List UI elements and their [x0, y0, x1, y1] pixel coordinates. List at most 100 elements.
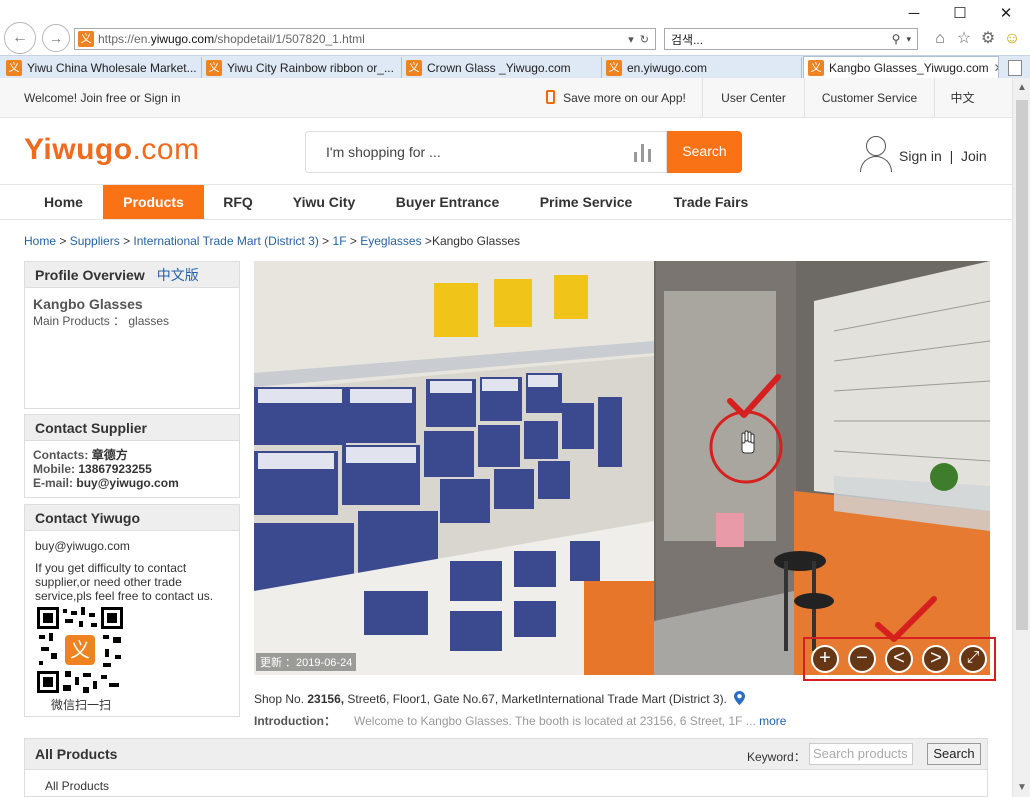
wechat-qr-code: 义: [37, 607, 123, 693]
search-dropdown-icon[interactable]: ▾: [906, 34, 911, 45]
tab-label: en.yiwugo.com: [627, 60, 708, 75]
chinese-version-link[interactable]: 中文版: [157, 267, 199, 283]
panorama-viewer[interactable]: 更新 ：2019-06-24: [254, 261, 990, 675]
tab-label: Kangbo Glasses_Yiwugo.com: [829, 61, 989, 75]
tab-strip: 义 Yiwu China Wholesale Market... 义 Yiwu Ci…: [0, 55, 1030, 79]
favorites-star-icon[interactable]: ☆: [954, 29, 974, 49]
close-window-icon[interactable]: ✕: [996, 4, 1016, 24]
scroll-up-icon[interactable]: ▲: [1013, 82, 1030, 93]
welcome-text[interactable]: Welcome! Join free or Sign in: [24, 91, 181, 105]
crumb-home[interactable]: Home: [24, 234, 56, 248]
user-avatar-icon[interactable]: [860, 136, 892, 172]
main-navigation: Home Products RFQ Yiwu City Buyer Entran…: [0, 184, 1012, 220]
browser-tab[interactable]: 义 Yiwu China Wholesale Market...: [2, 57, 202, 78]
minimize-icon[interactable]: ─: [904, 4, 924, 24]
home-icon[interactable]: ⌂: [930, 29, 950, 49]
top-bar: Welcome! Join free or Sign in Save more …: [0, 78, 1012, 118]
back-icon[interactable]: ←: [4, 22, 36, 54]
browser-search-input[interactable]: 검색...: [671, 31, 892, 48]
email-row[interactable]: E-mail: buy@yiwugo.com: [33, 476, 231, 490]
crumb-floor[interactable]: 1F: [333, 234, 347, 248]
contact-yiwugo-title: Contact Yiwugo: [25, 505, 239, 531]
more-link[interactable]: more: [759, 714, 786, 728]
shop-address: Shop No. 23156, Street6, Floor1, Gate No…: [254, 691, 746, 706]
nav-products[interactable]: Products: [103, 185, 204, 219]
qr-caption: 微信扫一扫: [51, 698, 112, 712]
nav-buyer-entrance[interactable]: Buyer Entrance: [376, 185, 519, 219]
nav-home[interactable]: Home: [24, 185, 103, 219]
product-search-button[interactable]: Search: [927, 743, 981, 765]
shop-introduction: Introduction： Welcome to Kangbo Glasses. …: [254, 712, 786, 729]
join-link[interactable]: Join: [961, 148, 987, 164]
profile-title: Profile Overview: [35, 267, 145, 283]
product-search-input[interactable]: Search products: [809, 743, 913, 765]
nav-rfq[interactable]: RFQ: [204, 185, 272, 219]
dropdown-icon[interactable]: ▾: [628, 33, 634, 46]
main-products: Main Products ： glasses: [33, 314, 170, 328]
profile-body: Kangbo Glasses Main Products ： glasses: [25, 288, 239, 337]
nav-prime-service[interactable]: Prime Service: [519, 185, 653, 219]
voice-search-icon[interactable]: [634, 144, 654, 162]
site-search-button[interactable]: Search: [667, 131, 742, 173]
crumb-suppliers[interactable]: Suppliers: [70, 234, 120, 248]
forward-icon[interactable]: →: [42, 24, 70, 52]
page-scrollbar[interactable]: ▲ ▼: [1012, 78, 1030, 797]
browser-tab[interactable]: 义 en.yiwugo.com: [602, 57, 802, 78]
url-text[interactable]: https://en.yiwugo.com/shopdetail/1/50782…: [98, 32, 628, 46]
browser-tab[interactable]: 义 Crown Glass _Yiwugo.com: [402, 57, 602, 78]
tab-favicon-icon: 义: [206, 59, 222, 76]
tab-favicon-icon: 义: [808, 60, 824, 76]
tab-favicon-icon: 义: [6, 59, 22, 76]
address-bar[interactable]: 义 https://en.yiwugo.com/shopdetail/1/507…: [74, 28, 656, 50]
browser-tab[interactable]: 义 Yiwu City Rainbow ribbon or_...: [202, 57, 402, 78]
yiwugo-email[interactable]: buy@yiwugo.com: [35, 539, 229, 553]
customer-service-link[interactable]: Customer Service: [804, 78, 934, 118]
sign-in-link[interactable]: Sign in: [899, 148, 942, 164]
tab-label: Yiwu China Wholesale Market...: [27, 60, 197, 75]
all-products-header: All Products Keyword： Search products Se…: [24, 738, 988, 770]
all-products-title: All Products: [35, 746, 118, 762]
browser-chrome: ← → 义 https://en.yiwugo.com/shopdetail/1…: [0, 0, 1030, 79]
map-pin-icon[interactable]: [734, 691, 746, 705]
tab-favicon-icon: 义: [406, 59, 422, 76]
svg-text:义: 义: [70, 638, 90, 662]
tab-label: Yiwu City Rainbow ribbon or_...: [227, 60, 394, 75]
nav-trade-fairs[interactable]: Trade Fairs: [653, 185, 769, 219]
language-link[interactable]: 中文: [934, 78, 990, 118]
contact-supplier-title: Contact Supplier: [25, 415, 239, 441]
maximize-icon[interactable]: ☐: [950, 4, 970, 24]
user-center-link[interactable]: User Center: [702, 78, 804, 118]
app-promo-link[interactable]: Save more on our App!: [530, 78, 702, 118]
browser-search-box[interactable]: 검색... ⚲ ▾: [664, 28, 918, 50]
crumb-category[interactable]: Eyeglasses: [360, 234, 421, 248]
site-search-input[interactable]: I'm shopping for ...: [305, 131, 667, 173]
product-category-list: All Products: [24, 770, 988, 797]
crumb-mart[interactable]: International Trade Mart (District 3): [133, 234, 318, 248]
logo-tld: .com: [132, 133, 200, 166]
yiwugo-note: If you get difficulty to contact supplie…: [35, 561, 214, 603]
site-logo[interactable]: Yiwugo.com: [24, 133, 200, 167]
site-favicon-icon: 义: [78, 31, 94, 47]
scroll-thumb[interactable]: [1016, 100, 1028, 630]
contacts-row: Contacts: 章德方: [33, 448, 128, 462]
tab-favicon-icon: 义: [606, 59, 622, 76]
phone-icon: [546, 90, 556, 104]
contact-yiwugo-box: Contact Yiwugo buy@yiwugo.com If you get…: [24, 504, 240, 717]
settings-gear-icon[interactable]: ⚙: [978, 29, 998, 49]
refresh-icon[interactable]: ↻: [640, 33, 649, 46]
browser-tab-active[interactable]: 义 Kangbo Glasses_Yiwugo.com ✕: [803, 56, 999, 79]
close-tab-icon[interactable]: ✕: [994, 61, 998, 75]
search-placeholder: I'm shopping for ...: [326, 144, 441, 160]
nav-yiwu-city[interactable]: Yiwu City: [272, 185, 376, 219]
smiley-feedback-icon[interactable]: ☺: [1002, 29, 1022, 49]
update-date: 更新 ：2019-06-24: [256, 653, 357, 671]
separator: |: [949, 148, 954, 164]
breadcrumb: Home > Suppliers > International Trade M…: [24, 234, 520, 248]
intro-label: Introduction：: [254, 714, 336, 728]
new-tab-button[interactable]: [1002, 57, 1028, 78]
shop-panorama-image: [254, 261, 990, 675]
search-icon[interactable]: ⚲: [892, 32, 901, 46]
category-all-products[interactable]: All Products: [45, 779, 109, 793]
profile-overview-box: Profile Overview 中文版 Kangbo Glasses Main …: [24, 261, 240, 409]
scroll-down-icon[interactable]: ▼: [1013, 782, 1030, 793]
